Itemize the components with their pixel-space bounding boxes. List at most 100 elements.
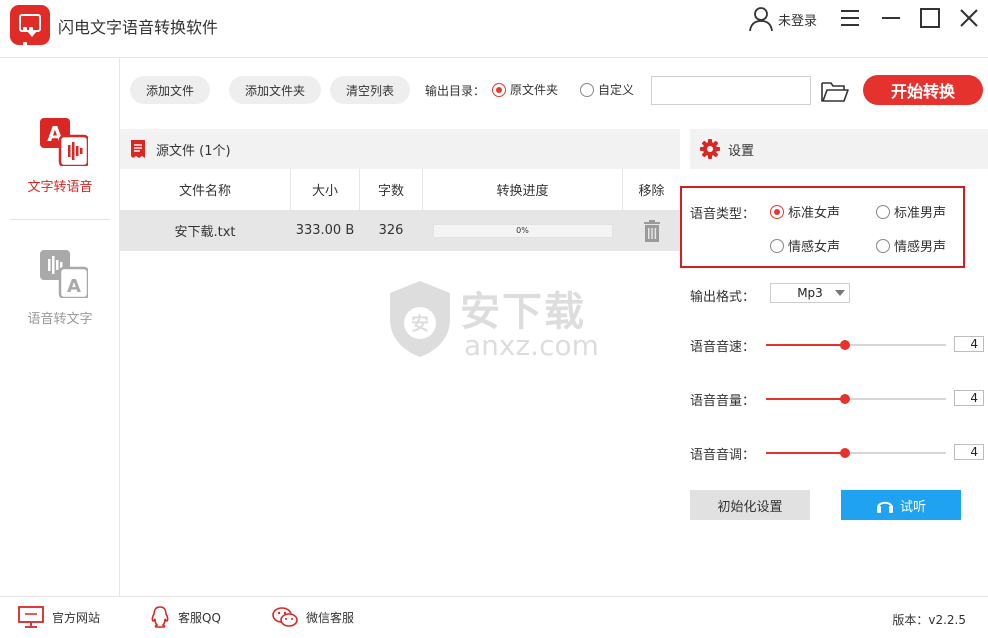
voice-standard-female-radio[interactable]: 标准女声	[770, 202, 840, 221]
reset-settings-button[interactable]: 初始化设置	[690, 490, 810, 520]
radio-label: 情感男声	[894, 240, 947, 255]
watermark: 安 安下载 anxz.com	[386, 277, 606, 362]
wechat-support-label: 微信客服	[306, 610, 355, 625]
radio-unselected-icon	[876, 238, 890, 253]
menu-button[interactable]	[838, 6, 864, 30]
wechat-support-link[interactable]: 微信客服	[272, 606, 354, 628]
table-row[interactable]: 安下载.txt 333.00 B 326 0%	[120, 210, 680, 251]
sidebar-divider	[10, 219, 110, 220]
column-header-remove: 移除	[638, 184, 665, 199]
progress-cell: 0%	[423, 210, 623, 251]
folder-open-icon	[821, 82, 849, 102]
file-name-cell: 安下载.txt	[120, 210, 291, 251]
radio-unselected-icon	[580, 82, 594, 97]
column-header-words: 字数	[360, 169, 423, 210]
voice-type-label: 语音类型：	[690, 207, 756, 222]
qq-support-link[interactable]: 客服QQ	[150, 606, 221, 628]
preview-listen-button[interactable]: 试听	[841, 490, 961, 520]
radio-label: 情感女声	[788, 240, 841, 255]
output-dir-label: 输出目录：	[425, 84, 486, 98]
watermark-domain: anxz.com	[464, 329, 599, 362]
radio-selected-icon	[770, 204, 784, 219]
sidebar: A 文字转语音 A 语音转文字	[0, 58, 120, 596]
settings-header: 设置	[690, 129, 988, 169]
output-original-folder-radio[interactable]: 原文件夹	[492, 81, 558, 98]
remove-cell	[623, 210, 680, 251]
text-to-speech-icon: A	[40, 118, 88, 166]
add-folder-button[interactable]: 添加文件夹	[229, 76, 322, 104]
speech-to-text-icon: A	[40, 250, 88, 298]
close-button[interactable]	[957, 6, 983, 30]
table-header-row: 文件名称 大小 字数 转换进度 移除	[120, 169, 680, 210]
maximize-button[interactable]	[918, 6, 944, 30]
trash-icon[interactable]	[643, 219, 661, 242]
slider-handle[interactable]	[840, 340, 851, 350]
menu-icon	[841, 10, 859, 26]
add-file-button[interactable]: 添加文件	[130, 76, 211, 104]
pitch-label: 语音音调：	[690, 448, 756, 463]
minimize-icon	[882, 17, 900, 19]
output-format-select[interactable]: Mp3	[770, 283, 850, 303]
word-count-cell: 326	[360, 210, 423, 251]
source-files-title: 源文件 (1个)	[156, 143, 231, 159]
user-icon	[749, 7, 773, 32]
preview-listen-label: 试听	[899, 499, 926, 515]
watermark-shield-icon: 安	[390, 281, 450, 357]
radio-selected-icon	[492, 82, 506, 97]
radio-unselected-icon	[876, 204, 890, 219]
browse-folder-button[interactable]	[820, 80, 850, 104]
svg-text:A: A	[67, 276, 81, 297]
watermark-badge: 安	[411, 313, 429, 335]
speed-value-input[interactable]: 4	[954, 336, 984, 352]
conversion-progress-bar: 0%	[432, 223, 613, 238]
pitch-slider[interactable]	[766, 446, 946, 460]
qq-support-label: 客服QQ	[178, 610, 221, 625]
column-header-progress: 转换进度	[423, 169, 623, 210]
login-status-label: 未登录	[778, 13, 818, 29]
radio-label: 原文件夹	[510, 83, 559, 97]
voice-type-group	[680, 186, 965, 268]
wechat-icon	[272, 607, 298, 627]
sidebar-item-label: 文字转语音	[27, 180, 93, 195]
chevron-down-icon	[835, 290, 845, 296]
speed-slider[interactable]	[766, 338, 946, 352]
title-bar: 闪电文字语音转换软件 未登录	[0, 0, 988, 58]
qq-icon	[151, 606, 169, 628]
volume-slider[interactable]	[766, 392, 946, 406]
document-icon	[131, 140, 145, 158]
app-title: 闪电文字语音转换软件	[58, 18, 219, 37]
output-path-input[interactable]	[651, 76, 811, 105]
clear-list-button[interactable]: 清空列表	[330, 76, 411, 104]
gear-icon	[700, 139, 720, 159]
slider-handle[interactable]	[840, 448, 851, 458]
file-size-cell: 333.00 B	[291, 210, 360, 251]
radio-label: 自定义	[598, 83, 635, 97]
headphones-icon	[876, 501, 893, 513]
monitor-icon	[18, 606, 44, 628]
volume-value-input[interactable]: 4	[954, 390, 984, 406]
output-custom-radio[interactable]: 自定义	[580, 81, 634, 98]
voice-emotional-male-radio[interactable]: 情感男声	[876, 236, 946, 255]
footer: 官方网站 客服QQ 微信客服 版本：v2.2.5	[0, 596, 988, 638]
voice-standard-male-radio[interactable]: 标准男声	[876, 202, 946, 221]
app-logo-icon	[10, 5, 50, 46]
official-website-link[interactable]: 官方网站	[18, 606, 100, 628]
start-convert-button[interactable]: 开始转换	[863, 75, 983, 105]
sidebar-item-text-to-speech[interactable]: A 文字转语音	[0, 58, 120, 195]
slider-handle[interactable]	[840, 394, 851, 404]
voice-emotional-female-radio[interactable]: 情感女声	[770, 236, 840, 255]
source-files-header: 源文件 (1个)	[120, 129, 680, 169]
output-format-value: Mp3	[797, 286, 823, 300]
column-header-name: 文件名称	[120, 169, 291, 210]
radio-label: 标准女声	[788, 206, 841, 221]
minimize-button[interactable]	[879, 6, 905, 30]
column-header-size: 大小	[291, 169, 360, 210]
radio-unselected-icon	[770, 238, 784, 253]
output-format-label: 输出格式：	[690, 290, 756, 305]
sidebar-item-label: 语音转文字	[27, 312, 93, 327]
sidebar-item-speech-to-text[interactable]: A 语音转文字	[0, 228, 120, 338]
login-button[interactable]: 未登录	[748, 6, 817, 32]
version-label: 版本：v2.2.5	[892, 613, 966, 627]
pitch-value-input[interactable]: 4	[954, 444, 984, 460]
progress-text: 0%	[516, 226, 529, 235]
